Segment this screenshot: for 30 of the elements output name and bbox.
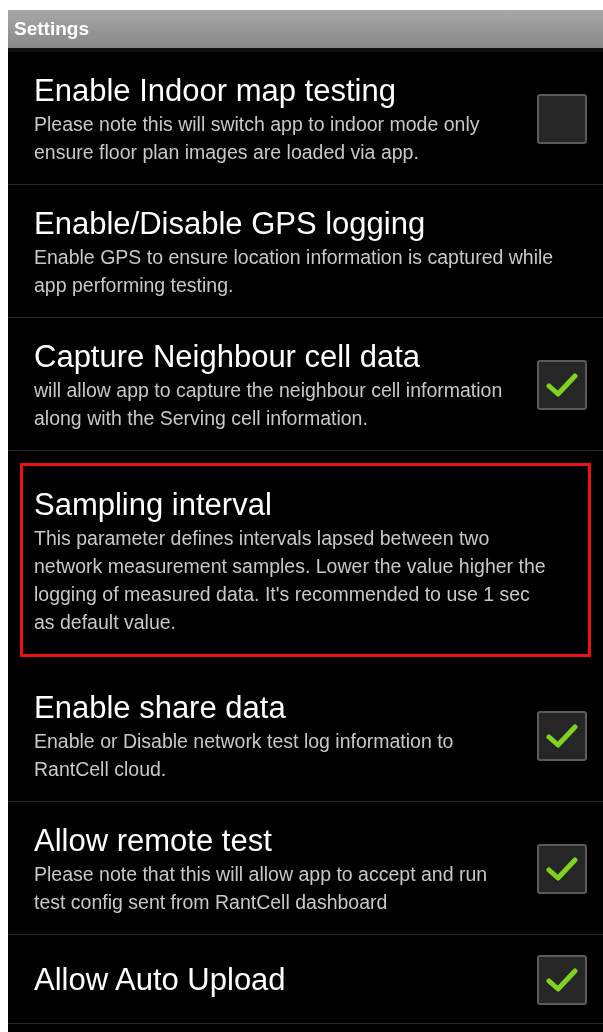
setting-summary: This parameter defines intervals lapsed between two network measurement samples. Lower the value higher the logging of measured data. It's recommended to use 1 sec as default value. [34, 526, 547, 635]
check-icon [546, 856, 578, 882]
checkbox[interactable] [537, 360, 587, 410]
setting-summary: Enable GPS to ensure location information is captured while app performing testing. [34, 245, 555, 298]
setting-summary: Please note this will switch app to indoor mode only ensure floor plan images are loaded via app. [34, 112, 481, 165]
setting-title: Sampling interval [34, 486, 273, 524]
setting-row[interactable]: Enable/Disable GPS logging Enable GPS to ensure location information is captured while app performing testing. [8, 185, 603, 318]
setting-title: Enable share data [34, 689, 287, 727]
checkbox[interactable] [537, 94, 587, 144]
checkbox[interactable] [537, 955, 587, 1005]
setting-title: Allow remote test [34, 822, 273, 860]
setting-title: Enable/Disable GPS logging [34, 205, 427, 243]
setting-row[interactable]: Allow Auto Upload [8, 935, 603, 1024]
setting-row[interactable]: Allow remote test Please note that this will allow app to accept and run test config sent from RantCell dashboard [8, 802, 603, 935]
check-icon [546, 723, 578, 749]
setting-summary: Enable or Disable network test log information to RantCell cloud. [34, 729, 455, 782]
check-icon [546, 967, 578, 993]
window-title: Settings [14, 16, 89, 41]
setting-row[interactable]: Enable share data Enable or Disable network test log information to RantCell cloud. [8, 669, 603, 802]
setting-row[interactable]: Enable Indoor map testing Please note this will switch app to indoor mode only ensure floor plan images are loaded via app. [8, 52, 603, 185]
checkbox[interactable] [537, 711, 587, 761]
setting-title: Capture Neighbour cell data [34, 338, 422, 376]
setting-summary: Please note that this will allow app to accept and run test config sent from RantCell dashboard [34, 862, 489, 915]
setting-row[interactable]: Capture Neighbour cell data will allow app to capture the neighbour cell information along with the Serving cell information. [8, 318, 603, 451]
setting-title: Enable Indoor map testing [34, 72, 397, 110]
checkbox[interactable] [537, 844, 587, 894]
setting-row[interactable]: Sampling interval This parameter defines intervals lapsed between two network measurement samples. Lower the value higher the logging of measured data. It's recommended to use 1 sec as default value. [20, 463, 591, 657]
setting-summary: will allow app to capture the neighbour cell information along with the Serving cell information. [34, 378, 504, 431]
setting-title: Allow Auto Upload [34, 961, 287, 999]
check-icon [546, 372, 578, 398]
